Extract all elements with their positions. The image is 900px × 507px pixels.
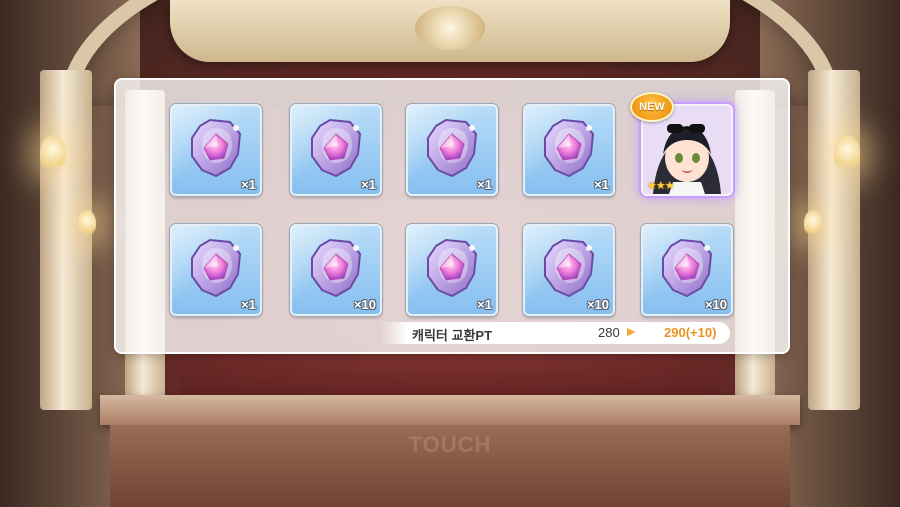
memory-piece-icon bbox=[544, 118, 595, 178]
item-quantity: ×10 bbox=[586, 297, 609, 312]
counter-top bbox=[100, 395, 800, 425]
result-tile-memory-piece[interactable]: ×1 bbox=[170, 104, 262, 196]
memory-piece-icon bbox=[191, 238, 242, 298]
item-quantity: ×10 bbox=[353, 297, 376, 312]
item-quantity: ×1 bbox=[241, 177, 256, 192]
points-new-value: 290(+10) bbox=[664, 325, 717, 340]
memory-piece-icon bbox=[311, 238, 362, 298]
result-tile-memory-piece[interactable]: ×10 bbox=[523, 224, 615, 316]
item-quantity: ×10 bbox=[704, 297, 727, 312]
result-tile-memory-piece[interactable]: ×1 bbox=[170, 224, 262, 316]
result-tile-memory-piece[interactable]: ×1 bbox=[406, 104, 498, 196]
memory-piece-icon bbox=[662, 238, 713, 298]
arch-ornament bbox=[170, 0, 730, 62]
result-tile-memory-piece[interactable]: ×1 bbox=[523, 104, 615, 196]
item-quantity: ×1 bbox=[361, 177, 376, 192]
result-tile-memory-piece[interactable]: ×10 bbox=[641, 224, 733, 316]
result-tile-memory-piece[interactable]: ×1 bbox=[406, 224, 498, 316]
points-label: 캐릭터 교환PT bbox=[412, 328, 493, 343]
item-quantity: ×1 bbox=[477, 177, 492, 192]
result-tile-memory-piece[interactable]: ×10 bbox=[290, 224, 382, 316]
memory-piece-icon bbox=[427, 238, 478, 298]
rarity-stars: ★★★ bbox=[647, 180, 675, 192]
pillar-right-outer bbox=[808, 70, 860, 410]
points-old-value: 280 bbox=[598, 325, 620, 340]
memory-piece-icon bbox=[311, 118, 362, 178]
wall-lamp-icon bbox=[804, 210, 822, 236]
wall-lamp-icon bbox=[834, 135, 860, 171]
item-quantity: ×1 bbox=[477, 297, 492, 312]
item-quantity: ×1 bbox=[241, 297, 256, 312]
wall-lamp-icon bbox=[40, 135, 66, 171]
touch-prompt[interactable]: TOUCH bbox=[0, 432, 900, 458]
exchange-points-bar: 캐릭터 교환PT 280 ▶ 290(+10) bbox=[380, 322, 730, 344]
memory-piece-icon bbox=[427, 118, 478, 178]
arrow-right-icon: ▶ bbox=[627, 326, 636, 338]
wall-lamp-icon bbox=[78, 210, 96, 236]
memory-piece-icon bbox=[191, 118, 242, 178]
new-badge: NEW bbox=[630, 92, 674, 122]
memory-piece-icon bbox=[544, 238, 595, 298]
result-tile-memory-piece[interactable]: ×1 bbox=[290, 104, 382, 196]
pillar-left-outer bbox=[40, 70, 92, 410]
item-quantity: ×1 bbox=[594, 177, 609, 192]
